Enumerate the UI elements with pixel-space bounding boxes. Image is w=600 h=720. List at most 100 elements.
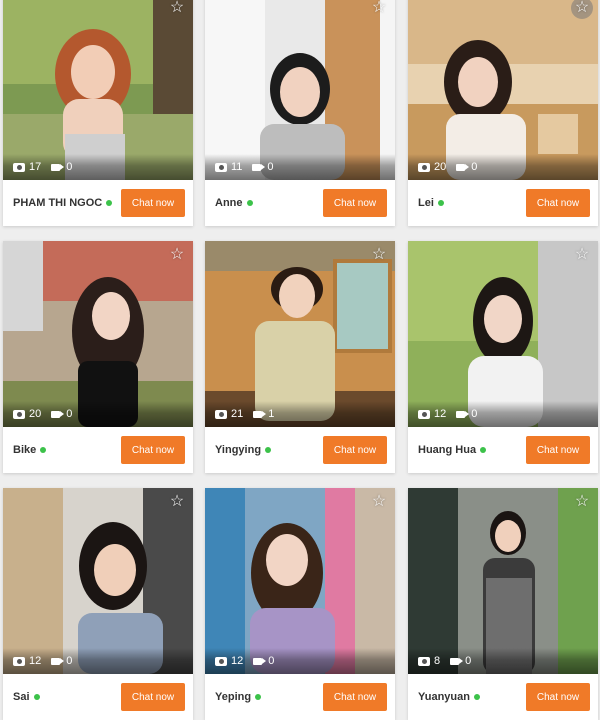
video-count: 0 [267, 161, 274, 173]
profile-name[interactable]: Bike [13, 444, 36, 456]
camera-icon [215, 409, 227, 419]
camera-icon [13, 162, 25, 172]
video-count: 1 [268, 408, 275, 420]
media-stats: 12 0 [3, 648, 193, 674]
media-stats: 20 0 [408, 154, 598, 180]
profile-photo[interactable]: ☆ 20 0 [408, 0, 598, 180]
media-stats: 21 1 [205, 401, 395, 427]
media-stats: 8 0 [408, 648, 598, 674]
profile-name[interactable]: Lei [418, 197, 434, 209]
profile-name[interactable]: Sai [13, 691, 30, 703]
card-footer: Huang Hua Chat now [408, 427, 598, 473]
profile-name[interactable]: Yuanyuan [418, 691, 470, 703]
star-icon[interactable]: ☆ [369, 245, 389, 265]
profile-card[interactable]: ☆ 20 0 Lei Chat now [408, 0, 598, 226]
chat-now-button[interactable]: Chat now [121, 436, 185, 464]
chat-now-button[interactable]: Chat now [526, 436, 590, 464]
photo-count: 11 [231, 161, 243, 173]
video-icon [253, 657, 267, 665]
chat-now-button[interactable]: Chat now [323, 189, 387, 217]
profile-photo[interactable]: ☆ 8 0 [408, 488, 598, 674]
camera-icon [418, 162, 430, 172]
star-icon[interactable]: ☆ [167, 245, 187, 265]
card-footer: Yingying Chat now [205, 427, 395, 473]
profile-card[interactable]: ☆ 12 0 Sai Chat now [3, 488, 193, 720]
online-status-dot [480, 447, 487, 453]
video-count: 0 [66, 408, 73, 420]
profile-photo[interactable]: ☆ 20 0 [3, 241, 193, 427]
card-footer: Lei Chat now [408, 180, 598, 226]
video-icon [51, 410, 65, 418]
online-status-dot [437, 200, 444, 206]
camera-icon [13, 656, 25, 666]
profile-card[interactable]: ☆ 20 0 Bike Chat now [3, 241, 193, 473]
profile-name[interactable]: Anne [215, 197, 243, 209]
chat-now-button[interactable]: Chat now [323, 683, 387, 711]
profile-name[interactable]: Huang Hua [418, 444, 476, 456]
profile-photo[interactable]: ☆ 12 0 [3, 488, 193, 674]
online-status-dot [33, 694, 40, 700]
profile-photo[interactable]: ☆ 12 0 [205, 488, 395, 674]
profile-card[interactable]: ☆ 8 0 Yuanyuan Chat now [408, 488, 598, 720]
video-count: 0 [465, 655, 472, 667]
photo-count: 12 [231, 655, 244, 667]
camera-icon [418, 409, 430, 419]
profile-photo[interactable]: ☆ 21 1 [205, 241, 395, 427]
profile-card[interactable]: ☆ 11 0 Anne Chat now [205, 0, 395, 226]
card-footer: Yeping Chat now [205, 674, 395, 720]
video-icon [450, 657, 464, 665]
camera-icon [418, 656, 430, 666]
video-icon [51, 163, 65, 171]
photo-count: 21 [231, 408, 244, 420]
camera-icon [215, 656, 227, 666]
profile-photo[interactable]: ☆ 12 0 [408, 241, 598, 427]
profile-grid: ☆ 17 0 PHAM THI NGOC Chat now ☆ 11 0 Ann… [0, 0, 600, 720]
video-count: 0 [66, 161, 73, 173]
photo-count: 17 [29, 161, 42, 173]
profile-card[interactable]: ☆ 17 0 PHAM THI NGOC Chat now [3, 0, 193, 226]
profile-card[interactable]: ☆ 12 0 Yeping Chat now [205, 488, 395, 720]
online-status-dot [40, 447, 47, 453]
online-status-dot [106, 200, 113, 206]
online-status-dot [246, 200, 253, 206]
star-icon[interactable]: ☆ [369, 0, 389, 18]
card-footer: Sai Chat now [3, 674, 193, 720]
star-icon[interactable]: ☆ [167, 492, 187, 512]
star-icon[interactable]: ☆ [572, 492, 592, 512]
card-footer: Yuanyuan Chat now [408, 674, 598, 720]
profile-card[interactable]: ☆ 21 1 Yingying Chat now [205, 241, 395, 473]
star-icon[interactable]: ☆ [572, 245, 592, 265]
media-stats: 12 0 [408, 401, 598, 427]
profile-name[interactable]: Yingying [215, 444, 261, 456]
profile-photo[interactable]: ☆ 17 0 [3, 0, 193, 180]
card-footer: Bike Chat now [3, 427, 193, 473]
star-icon[interactable]: ☆ [369, 492, 389, 512]
video-icon [456, 163, 470, 171]
video-icon [456, 410, 470, 418]
online-status-dot [255, 694, 262, 700]
photo-count: 8 [434, 655, 441, 667]
video-icon [253, 410, 267, 418]
profile-name[interactable]: Yeping [215, 691, 251, 703]
video-icon [51, 657, 65, 665]
profile-card[interactable]: ☆ 12 0 Huang Hua Chat now [408, 241, 598, 473]
video-icon [252, 163, 266, 171]
profile-photo[interactable]: ☆ 11 0 [205, 0, 395, 180]
chat-now-button[interactable]: Chat now [121, 189, 185, 217]
media-stats: 12 0 [205, 648, 395, 674]
video-count: 0 [268, 655, 275, 667]
video-count: 0 [471, 408, 478, 420]
online-status-dot [265, 447, 272, 453]
card-footer: PHAM THI NGOC Chat now [3, 180, 193, 226]
card-footer: Anne Chat now [205, 180, 395, 226]
chat-now-button[interactable]: Chat now [323, 436, 387, 464]
media-stats: 11 0 [205, 154, 395, 180]
video-count: 0 [66, 655, 73, 667]
profile-name[interactable]: PHAM THI NGOC [13, 197, 102, 209]
chat-now-button[interactable]: Chat now [526, 189, 590, 217]
star-icon[interactable]: ☆ [167, 0, 187, 18]
chat-now-button[interactable]: Chat now [121, 683, 185, 711]
camera-icon [215, 162, 227, 172]
media-stats: 17 0 [3, 154, 193, 180]
chat-now-button[interactable]: Chat now [526, 683, 590, 711]
